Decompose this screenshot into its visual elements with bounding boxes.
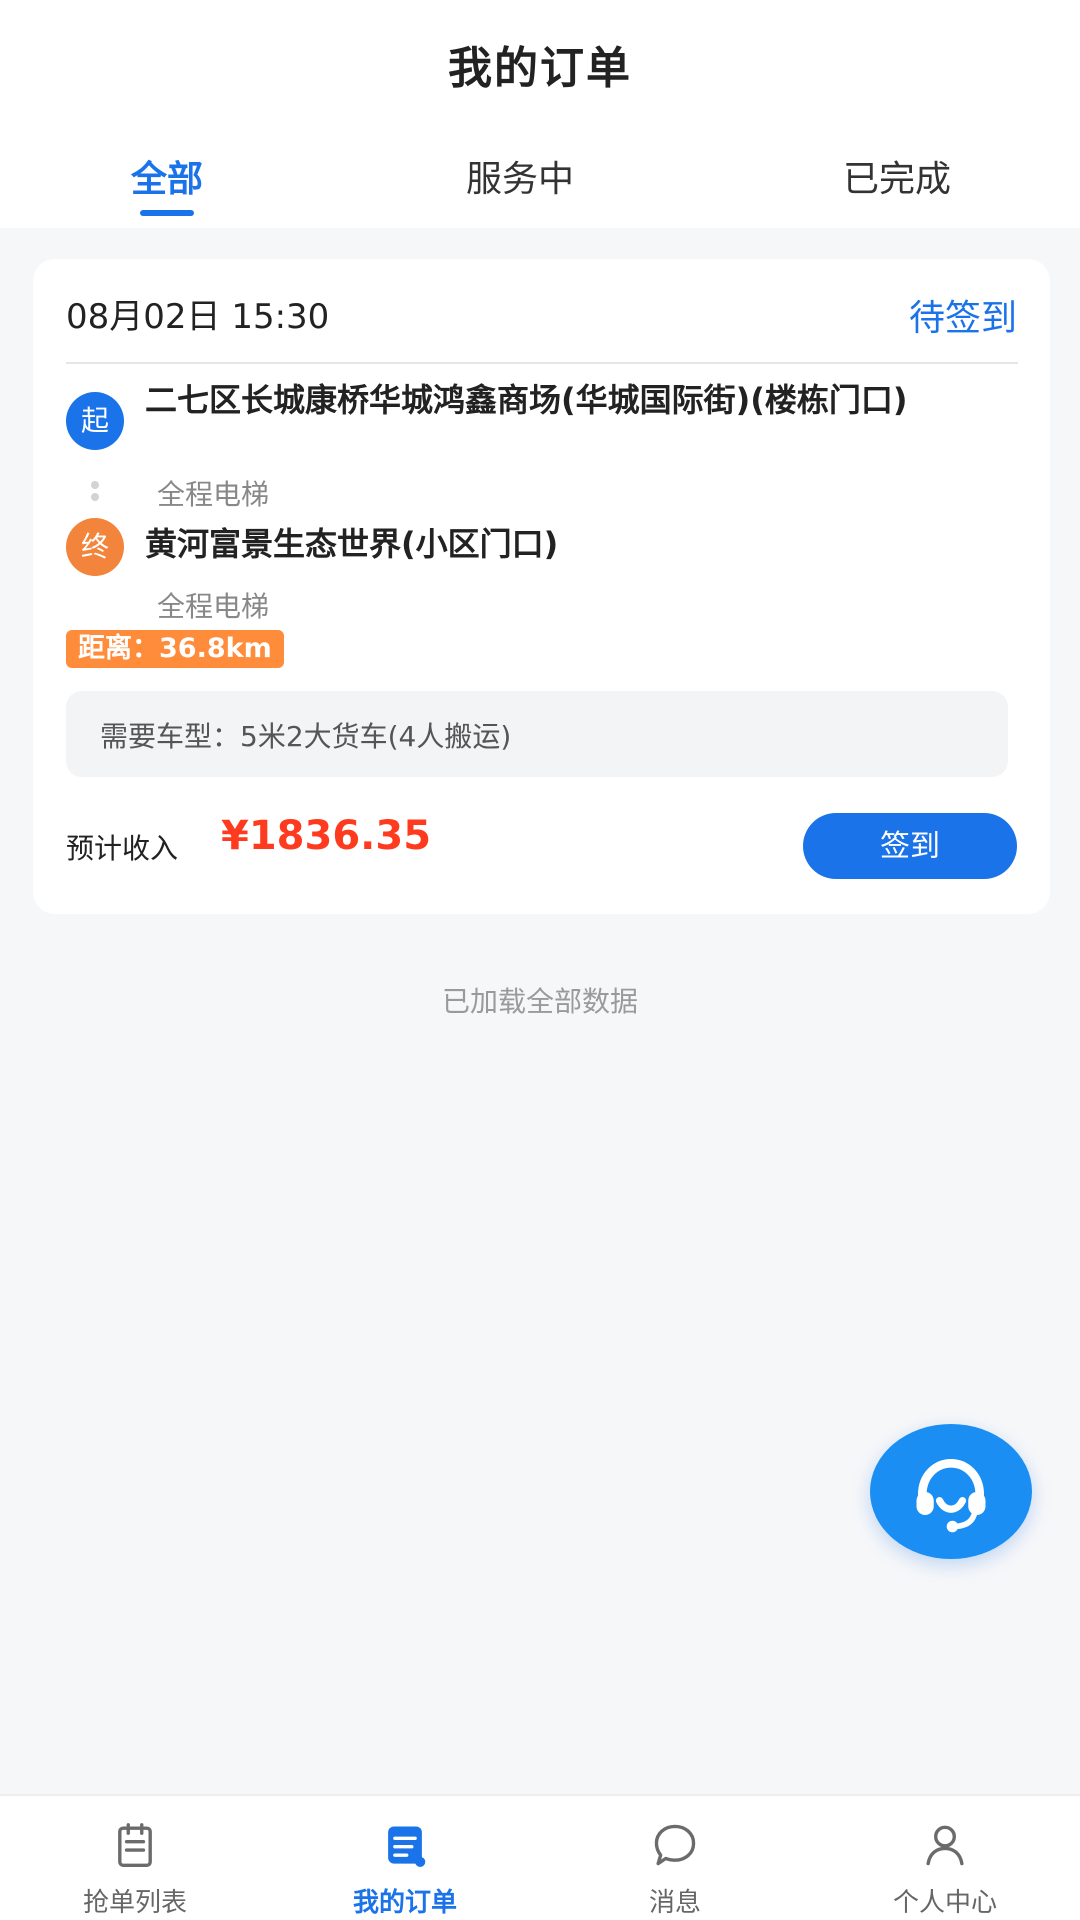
tab-completed[interactable]: 已完成	[777, 150, 1017, 202]
nav-profile[interactable]: 个人中心	[810, 1808, 1080, 1918]
nav-messages[interactable]: 消息	[540, 1808, 810, 1918]
nav-label: 我的订单	[352, 1888, 457, 1918]
page-title: 我的订单	[448, 43, 632, 94]
order-datetime: 08月02日 15:30	[66, 297, 330, 337]
list-footer: 已加载全部数据	[441, 985, 638, 1018]
order-status: 待签到	[908, 298, 1017, 339]
vehicle-requirement: 需要车型：5米2大货车(4人搬运)	[66, 691, 1008, 777]
end-address: 黄河富景生态世界(小区门口)	[145, 525, 559, 563]
tab-in-service[interactable]: 服务中	[400, 150, 640, 202]
nav-label: 消息	[648, 1888, 701, 1918]
end-badge: 终	[66, 518, 124, 576]
route-dot	[91, 481, 99, 489]
order-tabs: 全部 服务中 已完成	[0, 140, 1080, 220]
start-badge: 起	[66, 392, 124, 450]
tab-active-indicator	[140, 210, 194, 216]
chat-bubble-icon	[654, 1824, 696, 1866]
customer-service-button[interactable]	[870, 1424, 1032, 1559]
nav-grab-orders[interactable]: 抢单列表	[0, 1808, 270, 1918]
checkin-button[interactable]: 签到	[803, 813, 1017, 879]
start-address: 二七区长城康桥华城鸿鑫商场(华城国际街)(楼栋门口)	[145, 381, 908, 419]
nav-my-orders[interactable]: 我的订单	[270, 1808, 540, 1918]
route-dot	[91, 493, 99, 501]
nav-label: 抢单列表	[82, 1888, 187, 1918]
clipboard-icon	[118, 1823, 152, 1867]
income-value: ¥1836.35	[221, 813, 432, 859]
bottom-navigation: 抢单列表 我的订单 消息 个人中心	[0, 1794, 1080, 1920]
tab-all[interactable]: 全部	[47, 150, 287, 202]
end-note: 全程电梯	[157, 590, 270, 623]
user-icon	[926, 1825, 964, 1866]
vehicle-text: 需要车型：5米2大货车(4人搬运)	[100, 720, 512, 753]
order-document-icon	[388, 1826, 426, 1867]
card-divider	[66, 362, 1018, 364]
header: 我的订单 全部 服务中 已完成	[0, 0, 1080, 228]
start-note: 全程电梯	[157, 478, 270, 511]
nav-label: 个人中心	[892, 1888, 997, 1918]
distance-badge: 距离：36.8km	[66, 630, 284, 668]
order-card[interactable]: 08月02日 15:30 待签到 起 二七区长城康桥华城鸿鑫商场(华城国际街)(…	[33, 259, 1050, 914]
headset-icon	[916, 1458, 986, 1532]
income-label: 预计收入	[66, 832, 179, 865]
app-root: 我的订单 全部 服务中 已完成 08月02日 15:30 待签到 起 二七区长城…	[0, 0, 1080, 1920]
